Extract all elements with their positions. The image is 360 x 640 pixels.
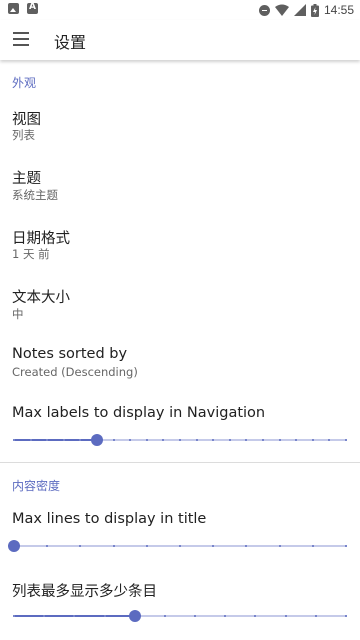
slider-tick <box>103 615 106 617</box>
slider-tick <box>43 615 46 617</box>
max-labels-slider[interactable] <box>13 432 347 448</box>
slider-tick <box>79 545 82 547</box>
slider-tick <box>245 545 248 547</box>
slider-tick <box>278 439 281 441</box>
pref-list-max-items-title: 列表最多显示多少条目 <box>12 584 157 600</box>
slider-tick <box>278 545 281 547</box>
pref-notes-sorted-title: Notes sorted by <box>12 346 128 362</box>
status-bar: 14:55 <box>0 0 360 20</box>
slider-tick <box>212 545 215 547</box>
slider-tick <box>314 615 317 617</box>
slider-tick <box>284 615 287 617</box>
slider-tick <box>179 439 181 441</box>
slider-tick <box>112 439 115 441</box>
pref-text-size-title: 文本大小 <box>12 290 70 306</box>
slider-tick <box>13 439 15 441</box>
section-divider <box>0 462 360 463</box>
section-header-density: 内容密度 <box>12 479 61 493</box>
slider-tick <box>328 439 331 441</box>
slider-tick <box>62 439 65 441</box>
section-header-appearance: 外观 <box>12 76 37 90</box>
pref-theme-summary: 系统主题 <box>12 188 58 202</box>
slider-tick <box>311 439 314 441</box>
wifi-icon <box>274 4 289 16</box>
app-bar: 设置 <box>0 20 360 60</box>
slider-tick <box>311 545 314 547</box>
slider-tick <box>345 545 347 547</box>
pref-date-format-summary: 1 天 前 <box>12 247 50 261</box>
page-title: 设置 <box>54 33 87 52</box>
slider-fill <box>14 439 97 441</box>
pref-notes-sorted-summary: Created (Descending) <box>12 365 138 379</box>
slider-tick <box>13 615 15 617</box>
pref-view-title: 视图 <box>12 112 41 128</box>
slider-tick <box>195 439 198 441</box>
pref-max-labels-title: Max labels to display in Navigation <box>12 405 266 421</box>
slider-tick <box>179 545 181 547</box>
pref-text-size-summary: 中 <box>12 307 24 321</box>
max-lines-slider[interactable] <box>8 538 347 554</box>
battery-icon <box>310 3 319 17</box>
slider-tick <box>194 615 197 617</box>
slider-tick <box>345 439 347 441</box>
slider-tick <box>345 615 347 617</box>
slider-tick <box>46 545 49 547</box>
slider-tick <box>73 615 76 617</box>
menu-icon[interactable] <box>13 32 29 46</box>
slider-tick <box>112 545 115 547</box>
slider-thumb[interactable] <box>128 610 141 622</box>
slider-tick <box>129 439 132 441</box>
slider-tick <box>145 545 148 547</box>
slider-tick <box>79 439 82 441</box>
slider-tick <box>245 439 248 441</box>
slider-tick <box>262 439 264 441</box>
slider-tick <box>254 615 257 617</box>
slider-tick <box>228 439 231 441</box>
slider-tick <box>46 439 49 441</box>
pref-view-summary: 列表 <box>12 128 35 142</box>
slider-tick <box>295 439 298 441</box>
slider-tick <box>29 439 32 441</box>
pref-date-format-title: 日期格式 <box>12 231 70 247</box>
app-notification-icon <box>27 2 38 14</box>
slider-tick <box>224 615 227 617</box>
pref-theme-title: 主题 <box>12 171 41 187</box>
image-notification-icon <box>8 3 19 14</box>
slider-tick <box>162 439 165 441</box>
pref-max-lines-title: Max lines to display in title <box>12 511 207 527</box>
slider-tick <box>212 439 215 441</box>
slider-tick <box>145 439 148 441</box>
slider-thumb[interactable] <box>91 434 103 446</box>
slider-thumb[interactable] <box>8 540 20 552</box>
signal-icon <box>293 4 306 16</box>
do-not-disturb-icon <box>258 4 270 16</box>
list-max-items-slider[interactable] <box>13 608 347 624</box>
slider-tick <box>163 615 166 617</box>
status-time: 14:55 <box>323 3 354 17</box>
